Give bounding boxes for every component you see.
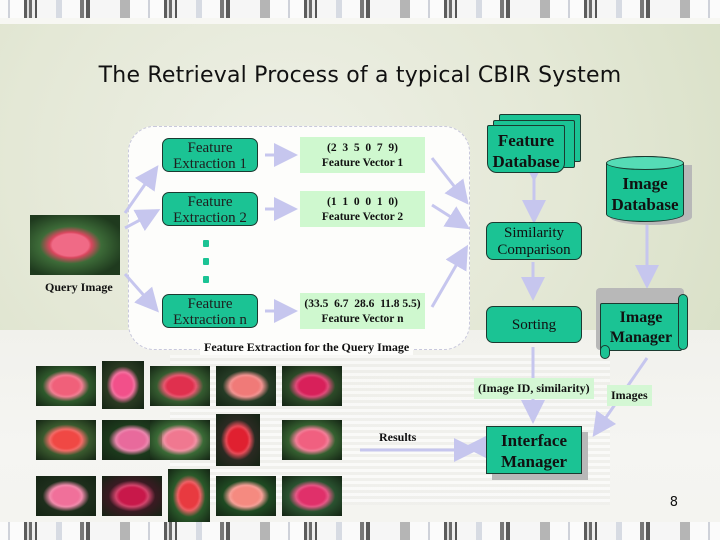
sorting: Sorting bbox=[486, 306, 582, 343]
result-image[interactable] bbox=[102, 361, 144, 409]
scroll-curl-right bbox=[678, 294, 688, 350]
feature-db-line1: Feature bbox=[497, 131, 555, 150]
feature-extraction-1: Feature Extraction 1 bbox=[162, 138, 258, 172]
edge-label-results: Results bbox=[379, 430, 417, 444]
feature-extraction-2: Feature Extraction 2 bbox=[162, 192, 258, 226]
result-image[interactable] bbox=[216, 414, 260, 466]
panel-caption: Feature Extraction for the Query Image bbox=[200, 340, 414, 355]
page-number: 8 bbox=[669, 495, 678, 510]
header-band bbox=[0, 18, 720, 24]
result-image[interactable] bbox=[216, 476, 276, 516]
feature-vector-n: (33.5 6.7 28.6 11.8 5.5) Feature Vector … bbox=[300, 293, 425, 329]
fe2-line2: Extraction 2 bbox=[173, 210, 247, 226]
image-manager-line1: Image bbox=[619, 309, 663, 326]
edge-label-image-id-similarity: (Image ID, similarity) bbox=[474, 378, 594, 399]
feature-extraction-n: Feature Extraction n bbox=[162, 294, 258, 328]
ellipsis-dot bbox=[203, 240, 209, 247]
scroll-curl-left bbox=[600, 345, 610, 359]
result-image[interactable] bbox=[282, 366, 342, 406]
result-image[interactable] bbox=[216, 366, 276, 406]
result-image[interactable] bbox=[282, 476, 342, 516]
fe1-line2: Extraction 1 bbox=[173, 156, 247, 172]
result-image[interactable] bbox=[168, 469, 210, 523]
decorative-strip-top bbox=[0, 0, 720, 18]
fv1-values: (2 3 5 0 7 9) bbox=[327, 142, 398, 154]
feature-vector-1: (2 3 5 0 7 9) Feature Vector 1 bbox=[300, 137, 425, 173]
image-manager-line2: Manager bbox=[609, 329, 673, 346]
image-db-cylinder-top bbox=[606, 156, 684, 170]
fvn-label: Feature Vector n bbox=[321, 313, 404, 325]
result-image[interactable] bbox=[150, 366, 210, 406]
feature-vector-2: (1 1 0 0 1 0) Feature Vector 2 bbox=[300, 191, 425, 227]
result-image[interactable] bbox=[282, 420, 342, 460]
query-image bbox=[30, 215, 120, 275]
feature-db-line2: Database bbox=[492, 152, 560, 171]
image-manager: Image Manager bbox=[600, 303, 682, 351]
ellipsis-dot bbox=[203, 276, 209, 283]
result-image[interactable] bbox=[36, 476, 96, 516]
fvn-values: (33.5 6.7 28.6 11.8 5.5) bbox=[304, 298, 421, 310]
similarity-line2: Comparison bbox=[497, 242, 571, 258]
image-db-line1: Image bbox=[622, 174, 668, 193]
decorative-strip-bottom bbox=[0, 522, 720, 540]
interface-manager-line2: Manager bbox=[500, 452, 568, 471]
result-image[interactable] bbox=[150, 420, 210, 460]
interface-manager-line1: Interface bbox=[500, 431, 568, 450]
fe2-line1: Feature bbox=[187, 194, 233, 210]
result-image[interactable] bbox=[36, 366, 96, 406]
result-image[interactable] bbox=[102, 476, 162, 516]
result-image[interactable] bbox=[36, 420, 96, 460]
fen-line2: Extraction n bbox=[173, 312, 247, 328]
similarity-comparison: Similarity Comparison bbox=[486, 222, 582, 260]
sorting-label: Sorting bbox=[511, 317, 557, 333]
query-image-label: Query Image bbox=[45, 280, 113, 294]
ellipsis-dot bbox=[203, 258, 209, 265]
slide-title: The Retrieval Process of a typical CBIR … bbox=[98, 63, 622, 88]
fv2-values: (1 1 0 0 1 0) bbox=[327, 196, 398, 208]
fv1-label: Feature Vector 1 bbox=[321, 157, 404, 169]
fv2-label: Feature Vector 2 bbox=[321, 211, 404, 223]
similarity-line1: Similarity bbox=[504, 225, 564, 241]
image-db-line2: Database bbox=[611, 195, 679, 214]
fe1-line1: Feature bbox=[187, 140, 233, 156]
fen-line1: Feature bbox=[187, 296, 233, 312]
feature-database: Feature Database bbox=[487, 125, 565, 173]
interface-manager: Interface Manager bbox=[486, 426, 582, 474]
edge-label-images: Images bbox=[607, 385, 652, 406]
